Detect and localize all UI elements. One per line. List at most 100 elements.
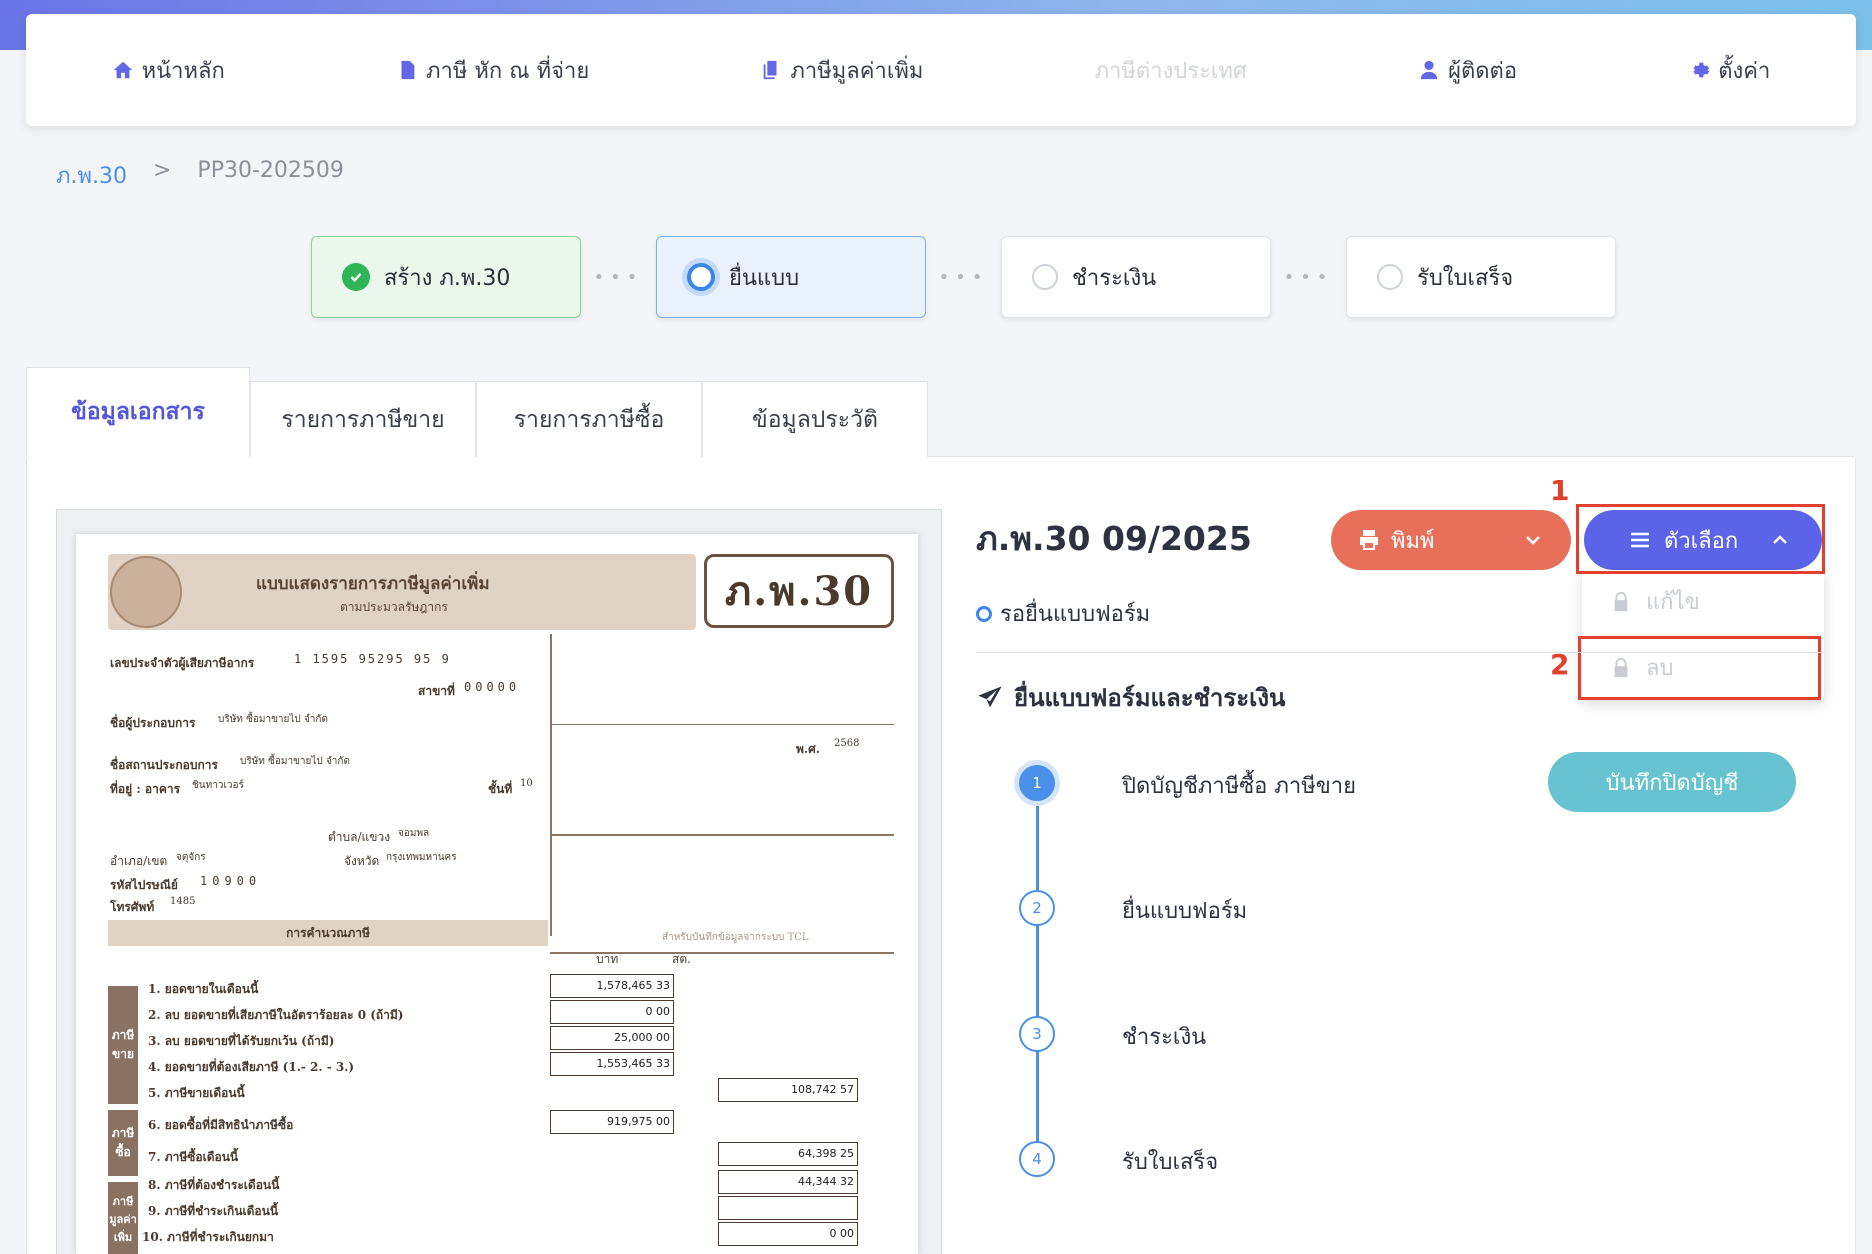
tab-label: รายการภาษีซื้อ	[513, 406, 665, 433]
annotation-highlight-options	[1576, 504, 1825, 574]
year-label: พ.ศ.	[796, 742, 820, 756]
nav-contacts[interactable]: ผู้ติดต่อ	[1418, 53, 1517, 88]
nav-home-label: หน้าหลัก	[141, 58, 225, 84]
band-purchase: ภาษีซื้อ	[108, 1110, 138, 1176]
paper-plane-icon	[978, 685, 1002, 707]
printer-icon	[1360, 530, 1378, 550]
timeline-step-4: 4	[1019, 1141, 1055, 1177]
col-satang: สต.	[672, 952, 691, 966]
radio-empty-icon	[1032, 264, 1058, 290]
form-line-value	[718, 1196, 858, 1220]
lock-icon	[1614, 591, 1628, 611]
form-divider	[550, 634, 552, 936]
district-value: จตุจักร	[176, 852, 206, 863]
timeline-step-3: 3	[1019, 1016, 1055, 1052]
form-line-value: 1,578,465 33	[550, 974, 674, 998]
nav-contacts-label: ผู้ติดต่อ	[1448, 58, 1518, 84]
calc-band: การคำนวณภาษี	[108, 920, 548, 946]
timeline-label-2: ยื่นแบบฟอร์ม	[1122, 899, 1248, 924]
floor-label: ชั้นที่	[488, 782, 513, 796]
nav-settings-label: ตั้งค่า	[1718, 58, 1771, 84]
main-nav: หน้าหลัก ภาษี หัก ณ ที่จ่าย ภาษีมูลค่าเพ…	[26, 14, 1856, 126]
breadcrumb-separator: >	[152, 158, 172, 183]
menu-item-edit[interactable]: แก้ไข	[1610, 584, 1700, 619]
district-label: อำเภอ/เขต	[110, 854, 168, 868]
nav-foreign-label: ภาษีต่างประเทศ	[1094, 58, 1247, 84]
user-icon	[1420, 60, 1438, 80]
filing-section-title: ยื่นแบบฟอร์มและชำระเงิน	[976, 678, 1285, 717]
postcode-value: 10900	[200, 874, 262, 888]
timeline-step-1: 1	[1019, 765, 1055, 801]
step-create[interactable]: สร้าง ภ.พ.30	[311, 236, 581, 318]
nav-vat-label: ภาษีมูลค่าเพิ่ม	[790, 58, 924, 84]
breadcrumb-current: PP30-202509	[197, 158, 344, 183]
form-heading: แบบแสดงรายการภาษีมูลค่าเพิ่ม	[256, 574, 490, 594]
section-divider	[976, 652, 1824, 653]
operator-value: บริษัท ซื้อมาขายไป จำกัด	[218, 714, 328, 725]
tab-label: รายการภาษีขาย	[281, 406, 445, 433]
breadcrumb: ภ.พ.30 > PP30-202509	[56, 158, 344, 193]
tcl-note: สำหรับบันทึกข้อมูลจากระบบ TCL	[662, 932, 809, 943]
form-line-value: 108,742 57	[718, 1078, 858, 1102]
chevron-down-icon[interactable]	[1521, 528, 1545, 552]
branch-value: 00000	[464, 680, 521, 694]
nav-withholding[interactable]: ภาษี หัก ณ ที่จ่าย	[396, 53, 589, 88]
close-book-button[interactable]: บันทึกปิดบัญชี	[1548, 752, 1796, 812]
nav-home[interactable]: หน้าหลัก	[112, 53, 225, 88]
form-line-label: 7. ภาษีซื้อเดือนนี้	[148, 1150, 239, 1164]
tab-document-info[interactable]: ข้อมูลเอกสาร	[26, 367, 250, 457]
print-button[interactable]: พิมพ์	[1331, 510, 1571, 570]
revenue-department-seal-icon	[110, 556, 182, 628]
tab-label: ข้อมูลเอกสาร	[71, 399, 205, 425]
timeline-line	[1036, 785, 1039, 1160]
status-dot-icon	[976, 605, 992, 622]
tab-sales-tax[interactable]: รายการภาษีขาย	[250, 381, 476, 457]
form-line-label: 4. ยอดขายที่ต้องเสียภาษี (1.- 2. - 3.)	[148, 1060, 355, 1074]
form-line-value: 44,344 32	[718, 1170, 858, 1194]
step-receipt-label: รับใบเสร็จ	[1417, 265, 1514, 291]
nav-vat[interactable]: ภาษีมูลค่าเพิ่ม	[760, 53, 923, 88]
province-label: จังหวัด	[344, 854, 380, 868]
address-label: ที่อยู่ : อาคาร	[110, 782, 181, 796]
tab-label: ข้อมูลประวัติ	[752, 406, 878, 433]
form-line-label: 3. ลบ ยอดขายที่ได้รับยกเว้น (ถ้ามี)	[148, 1034, 335, 1048]
form-divider	[550, 724, 894, 725]
filing-title-label: ยื่นแบบฟอร์มและชำระเงิน	[1014, 684, 1286, 712]
province-value: กรุงเทพมหานคร	[386, 852, 457, 863]
operator-label: ชื่อผู้ประกอบการ	[110, 716, 196, 730]
form-line-label: 1. ยอดขายในเดือนนี้	[148, 982, 259, 996]
form-line-value: 64,398 25	[718, 1142, 858, 1166]
step-file-label: ยื่นแบบ	[729, 265, 800, 291]
check-circle-icon	[342, 263, 370, 291]
place-value: บริษัท ซื้อมาขายไป จำกัด	[240, 756, 350, 767]
step-pay-label: ชำระเงิน	[1072, 265, 1157, 291]
col-baht: บาท	[596, 952, 619, 966]
form-line-value: 919,975 00	[550, 1110, 674, 1134]
phone-label: โทรศัพท์	[110, 900, 155, 914]
document-icon	[401, 60, 415, 80]
form-line-label: 2. ลบ ยอดขายที่เสียภาษีในอัตราร้อยละ 0 (…	[148, 1008, 404, 1022]
nav-foreign: ภาษีต่างประเทศ	[1095, 53, 1247, 88]
form-code: ภ.พ.30	[704, 554, 894, 628]
form-subheading: ตามประมวลรัษฎากร	[340, 600, 448, 614]
subdistrict-value: จอมพล	[398, 828, 430, 839]
building-value: ชินทาวเวอร์	[192, 780, 244, 791]
step-file[interactable]: ยื่นแบบ	[656, 236, 926, 318]
floor-value: 10	[520, 778, 533, 789]
tab-purchase-tax[interactable]: รายการภาษีซื้อ	[476, 381, 702, 457]
form-line-label: 6. ยอดซื้อที่มีสิทธินำภาษีซื้อ	[148, 1118, 294, 1132]
form-line-value: 1,553,465 33	[550, 1052, 674, 1076]
tab-history[interactable]: ข้อมูลประวัติ	[702, 381, 928, 457]
step-create-label: สร้าง ภ.พ.30	[384, 265, 511, 291]
document-status: รอยื่นแบบฟอร์ม	[976, 596, 1150, 631]
step-pay[interactable]: ชำระเงิน	[1001, 236, 1271, 318]
taxid-value: 1 1595 95295 95 9	[294, 652, 451, 666]
band-vat: ภาษีมูลค่าเพิ่ม	[108, 1182, 138, 1254]
step-receipt[interactable]: รับใบเสร็จ	[1346, 236, 1616, 318]
timeline-label-1: ปิดบัญชีภาษีซื้อ ภาษีขาย	[1122, 774, 1357, 799]
breadcrumb-parent[interactable]: ภ.พ.30	[56, 158, 127, 193]
nav-settings[interactable]: ตั้งค่า	[1688, 53, 1770, 88]
gear-icon	[1693, 62, 1710, 78]
annotation-highlight-delete	[1578, 636, 1821, 700]
home-icon	[113, 61, 132, 79]
